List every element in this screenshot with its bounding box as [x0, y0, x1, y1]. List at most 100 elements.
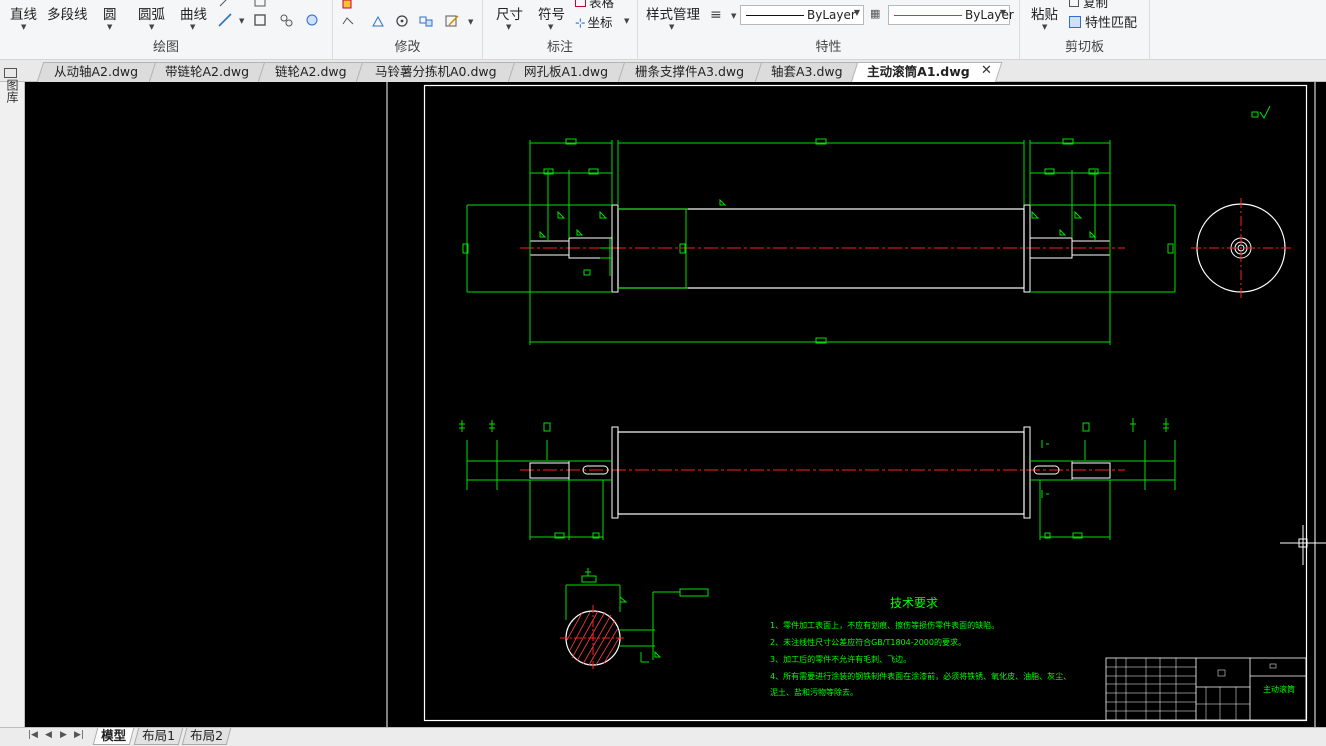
circle-dropdown-icon[interactable]: ▼: [107, 23, 112, 31]
tech-note-1: 1、零件加工表面上，不应有划痕、擦伤等损伤零件表面的缺陷。: [770, 620, 999, 630]
tab-file-3[interactable]: 链轮A2.dwg: [257, 62, 364, 82]
tab-file-4[interactable]: 马铃薯分拣机A0.dwg: [355, 62, 516, 82]
match-properties-icon: [1069, 16, 1081, 28]
ray-icon[interactable]: [218, 13, 232, 27]
arc-dropdown-icon[interactable]: ▼: [149, 23, 154, 31]
linetype-select[interactable]: ByLayer ▼: [740, 5, 864, 25]
polyline-button[interactable]: 多段线: [47, 3, 88, 23]
plan-left-flange: [611, 426, 619, 519]
dimension-button[interactable]: 尺寸: [496, 3, 523, 23]
array-icon[interactable]: [419, 14, 433, 28]
rectangle-icon[interactable]: [253, 13, 267, 27]
modify-more-dropdown-icon[interactable]: ▼: [468, 18, 473, 26]
next-layout-icon[interactable]: ▶: [60, 730, 67, 740]
draw-group-label: 绘图: [152, 40, 179, 55]
style-manager-dropdown-icon[interactable]: ▼: [669, 23, 674, 31]
tab-file-8-active[interactable]: 主动滚筒A1.dwg: [850, 62, 1003, 83]
tab-layout1[interactable]: 布局1: [133, 728, 184, 745]
color-pattern-icon[interactable]: ▦: [870, 7, 880, 20]
tech-note-4: 4、所有需要进行涂装的钢铁制件表面在涂漆前，必须将铁锈、氧化皮、油脂、灰尘、: [770, 671, 1071, 681]
copy-button[interactable]: 复制: [1069, 0, 1108, 11]
plan-dimensions: [459, 418, 1176, 540]
tab-file-7[interactable]: 轴套A3.dwg: [754, 62, 859, 82]
mirror-icon[interactable]: [371, 14, 385, 28]
table-icon: [575, 0, 586, 7]
ribbon: 直线 多段线 圆 圆弧 曲线 ▼ ▼ ▼ ▼ ▼ 绘图 ▼ 修改 尺寸 符号 ▼…: [0, 0, 1326, 60]
linetype-dropdown-icon: ▼: [853, 8, 860, 17]
line-dropdown-icon[interactable]: ▼: [21, 23, 26, 31]
paste-button[interactable]: 粘贴: [1031, 3, 1058, 23]
tab-layout2[interactable]: 布局2: [181, 728, 232, 745]
copy-object-icon[interactable]: [341, 14, 355, 28]
move-icon[interactable]: [341, 0, 355, 10]
table-label: 表格: [589, 0, 615, 10]
tab-file-1[interactable]: 从动轴A2.dwg: [36, 62, 157, 82]
coordinate-icon: ⊹: [575, 15, 586, 30]
tech-note-2: 2、未注线性尺寸公差应符合GB/T1804-2000的要求。: [770, 637, 966, 647]
region-icon[interactable]: [305, 13, 319, 27]
plan-drum-body: [617, 431, 1025, 515]
color-preview: [894, 15, 962, 16]
square-icon[interactable]: [253, 0, 267, 8]
front-view: [462, 105, 1291, 345]
copy-icon: [1069, 0, 1079, 7]
rotate-icon[interactable]: [395, 14, 409, 28]
style-manager-button[interactable]: 样式管理: [646, 3, 700, 23]
color-select[interactable]: ByLayer ▼: [888, 5, 1014, 25]
clipboard-group: 粘贴 ▼ 复制 特性匹配 剪切板: [1020, 0, 1150, 60]
side-view-circle: [1191, 198, 1291, 298]
symbol-dropdown-icon[interactable]: ▼: [548, 23, 553, 31]
lineweight-icon[interactable]: ≡: [710, 7, 722, 23]
tab-model[interactable]: 模型: [92, 728, 135, 745]
library-label: 图库: [5, 79, 19, 103]
pen-icon[interactable]: [218, 0, 232, 8]
drawing-canvas[interactable]: 技术要求 1、零件加工表面上，不应有划痕、擦伤等损伤零件表面的缺陷。 2、未注线…: [25, 82, 1326, 727]
match-properties-label: 特性匹配: [1085, 16, 1138, 31]
roughness-symbol-corner: [1251, 105, 1271, 119]
ray-dropdown-icon[interactable]: ▼: [239, 17, 244, 25]
hatch-icon[interactable]: [279, 13, 293, 27]
circle-button[interactable]: 圆: [103, 3, 117, 23]
modify-group-label: 修改: [394, 40, 421, 55]
last-layout-icon[interactable]: ▶|: [74, 730, 84, 740]
first-layout-icon[interactable]: |◀: [28, 730, 38, 740]
coordinate-dropdown-icon[interactable]: ▼: [624, 17, 629, 25]
curve-button[interactable]: 曲线: [180, 3, 207, 23]
library-panel-button[interactable]: 图库: [4, 68, 21, 103]
document-tab-bar: 从动轴A2.dwg 带链轮A2.dwg 链轮A2.dwg 马铃薯分拣机A0.dw…: [0, 60, 1326, 83]
drawing-svg: 技术要求 1、零件加工表面上，不应有划痕、擦伤等损伤零件表面的缺陷。 2、未注线…: [386, 82, 1326, 727]
symbol-button[interactable]: 符号: [538, 3, 565, 23]
copy-label: 复制: [1083, 0, 1109, 10]
front-dimensions: [462, 138, 1176, 345]
technical-requirements: 技术要求 1、零件加工表面上，不应有划痕、擦伤等损伤零件表面的缺陷。 2、未注线…: [770, 596, 1071, 697]
plan-right-flange: [1023, 426, 1031, 519]
line-button[interactable]: 直线: [10, 3, 37, 23]
arc-button[interactable]: 圆弧: [138, 3, 165, 23]
edit-icon[interactable]: [445, 14, 459, 28]
match-properties-button[interactable]: 特性匹配: [1069, 12, 1137, 31]
plan-view: [459, 418, 1176, 540]
tech-title: 技术要求: [890, 596, 938, 610]
table-button[interactable]: 表格: [575, 0, 614, 11]
tab-file-6[interactable]: 栅条支撑件A3.dwg: [617, 62, 763, 82]
tab-file-5[interactable]: 网孔板A1.dwg: [507, 62, 626, 82]
clipboard-group-label: 剪切板: [1064, 40, 1104, 55]
left-tool-strip: 图库: [0, 68, 25, 727]
color-dropdown-icon: ▼: [999, 8, 1006, 17]
coordinate-label: 坐标: [587, 15, 613, 30]
properties-group-label: 特性: [815, 40, 842, 55]
tech-note-3: 3、加工后的零件不允许有毛刺、飞边。: [770, 654, 911, 664]
modify-group: ▼ 修改: [333, 0, 483, 60]
lineweight-dropdown-icon[interactable]: ▼: [731, 12, 736, 20]
title-block-drawing-name: 主动滚筒: [1263, 684, 1295, 694]
properties-group: 样式管理 ▼ ≡ ▼ ByLayer ▼ ▦ ByLayer ▼ 特性: [638, 0, 1020, 60]
coordinate-button[interactable]: ⊹ 坐标: [575, 12, 613, 31]
close-tab-icon[interactable]: ✕: [981, 63, 992, 78]
curve-dropdown-icon[interactable]: ▼: [190, 23, 195, 31]
paste-dropdown-icon[interactable]: ▼: [1042, 23, 1047, 31]
prev-layout-icon[interactable]: ◀: [45, 730, 52, 740]
section-view: [560, 568, 709, 670]
linetype-value: ByLayer: [807, 8, 856, 22]
dimension-dropdown-icon[interactable]: ▼: [506, 23, 511, 31]
tab-file-2[interactable]: 带链轮A2.dwg: [148, 62, 266, 82]
